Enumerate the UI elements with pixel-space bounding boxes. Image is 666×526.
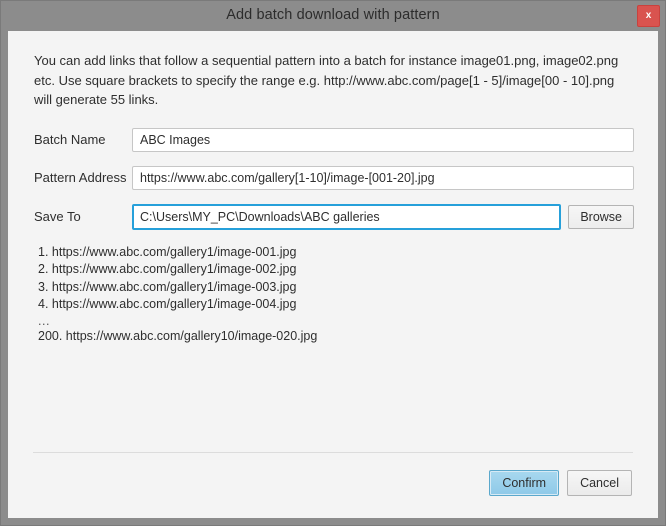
close-icon: x bbox=[646, 11, 652, 21]
batch-name-input[interactable] bbox=[132, 128, 634, 152]
browse-button[interactable]: Browse bbox=[568, 205, 634, 229]
batch-name-field-wrap bbox=[132, 128, 634, 152]
footer-divider bbox=[33, 452, 633, 453]
list-item-last: 200. https://www.abc.com/gallery10/image… bbox=[38, 328, 658, 346]
pattern-address-input[interactable] bbox=[132, 166, 634, 190]
form-row-save-to: Save To Browse bbox=[8, 204, 658, 230]
list-item: 1. https://www.abc.com/gallery1/image-00… bbox=[38, 244, 658, 262]
list-item: 4. https://www.abc.com/gallery1/image-00… bbox=[38, 296, 658, 314]
form-row-batch-name: Batch Name bbox=[8, 128, 658, 152]
form-row-pattern-address: Pattern Address bbox=[8, 166, 658, 190]
batch-name-label: Batch Name bbox=[34, 132, 132, 147]
dialog-window: Add batch download with pattern x You ca… bbox=[0, 0, 666, 526]
list-ellipsis: ... bbox=[38, 314, 658, 328]
generated-links-preview: 1. https://www.abc.com/gallery1/image-00… bbox=[38, 244, 658, 346]
footer-button-group: Confirm Cancel bbox=[489, 470, 632, 496]
title-bar: Add batch download with pattern x bbox=[1, 1, 665, 29]
list-item: 2. https://www.abc.com/gallery1/image-00… bbox=[38, 261, 658, 279]
description-text: You can add links that follow a sequenti… bbox=[34, 51, 634, 110]
save-to-field-wrap: Browse bbox=[132, 204, 634, 230]
confirm-button[interactable]: Confirm bbox=[489, 470, 559, 496]
pattern-address-field-wrap bbox=[132, 166, 634, 190]
dialog-footer: Confirm Cancel bbox=[8, 452, 658, 518]
save-to-input[interactable] bbox=[132, 204, 561, 230]
dialog-content: You can add links that follow a sequenti… bbox=[8, 31, 658, 518]
save-to-label: Save To bbox=[34, 209, 132, 224]
pattern-address-label: Pattern Address bbox=[34, 170, 132, 185]
close-button[interactable]: x bbox=[637, 5, 660, 27]
list-item: 3. https://www.abc.com/gallery1/image-00… bbox=[38, 279, 658, 297]
cancel-button[interactable]: Cancel bbox=[567, 470, 632, 496]
form-area: Batch Name Pattern Address Save To Brows… bbox=[8, 128, 658, 230]
dialog-title: Add batch download with pattern bbox=[226, 1, 440, 29]
